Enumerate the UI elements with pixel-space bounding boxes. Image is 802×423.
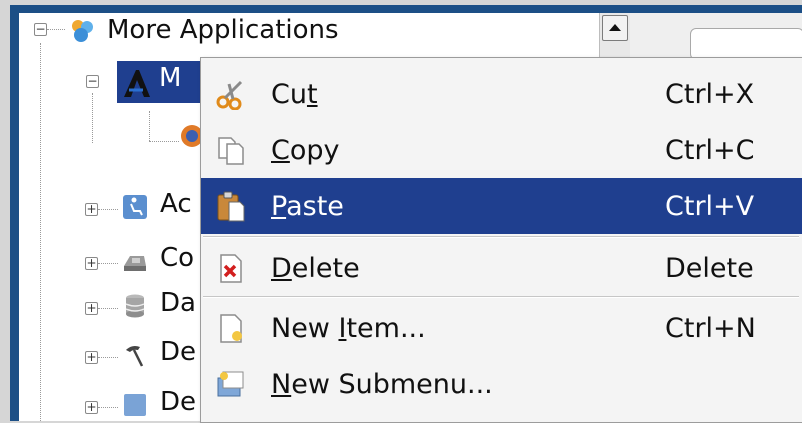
menu-item-label: Paste bbox=[271, 190, 344, 222]
menu-item-new-item[interactable]: New Item... Ctrl+N bbox=[201, 300, 802, 356]
applications-icon bbox=[72, 20, 93, 42]
menu-separator bbox=[203, 296, 799, 298]
arrow-up-icon bbox=[609, 24, 621, 31]
expand-icon[interactable]: + bbox=[85, 302, 98, 315]
paste-icon bbox=[217, 191, 245, 222]
tree-guide-line bbox=[98, 357, 118, 358]
tree-guide-line bbox=[149, 111, 150, 141]
font-icon bbox=[124, 70, 150, 97]
expand-icon[interactable]: + bbox=[85, 257, 98, 270]
tree-guide-line bbox=[98, 263, 118, 264]
menu-item-shortcut: Ctrl+C bbox=[665, 134, 755, 166]
expand-icon[interactable]: + bbox=[85, 203, 98, 216]
tree-guide-line bbox=[92, 93, 93, 143]
menu-item-cut[interactable]: Cut Ctrl+X bbox=[201, 66, 802, 122]
menu-item-label: New Item... bbox=[271, 312, 426, 344]
delete-icon bbox=[220, 254, 242, 283]
hammer-icon bbox=[126, 346, 144, 367]
tree-guide-line bbox=[40, 43, 41, 421]
tree-guide-line bbox=[47, 29, 65, 30]
expand-icon[interactable]: + bbox=[85, 401, 98, 414]
menu-item-copy[interactable]: Copy Ctrl+C bbox=[201, 122, 802, 178]
database-icon bbox=[125, 294, 145, 318]
new-submenu-icon bbox=[217, 371, 244, 397]
hardware-icon bbox=[124, 256, 146, 271]
menu-item-shortcut: Delete bbox=[665, 252, 754, 284]
menu-item-label: Cut bbox=[271, 78, 318, 110]
menu-item-label: Delete bbox=[271, 252, 360, 284]
details-field[interactable] bbox=[690, 28, 802, 60]
tree-guide-line bbox=[98, 407, 118, 408]
tree-item-label[interactable]: De bbox=[160, 387, 196, 417]
menu-item-delete[interactable]: Delete Delete bbox=[201, 240, 802, 296]
accessibility-icon bbox=[123, 195, 147, 219]
tree-item-label[interactable]: More Applications bbox=[107, 15, 339, 45]
scroll-up-button[interactable] bbox=[602, 15, 628, 41]
collapse-icon[interactable]: − bbox=[86, 75, 99, 88]
copy-icon bbox=[218, 137, 244, 165]
menu-item-shortcut: Ctrl+V bbox=[665, 190, 755, 222]
menu-item-label: New Submenu... bbox=[271, 368, 493, 400]
desktop-icon bbox=[124, 394, 146, 416]
tree-item-label[interactable]: Co bbox=[160, 243, 194, 273]
new-item-icon bbox=[220, 314, 242, 343]
menu-item-new-submenu[interactable]: New Submenu... bbox=[201, 356, 802, 412]
tree-guide-line bbox=[98, 308, 118, 309]
expand-icon[interactable]: + bbox=[85, 351, 98, 364]
menu-separator bbox=[203, 236, 799, 238]
scissors-icon bbox=[216, 80, 243, 110]
tree-guide-line bbox=[98, 209, 118, 210]
tree-guide-line bbox=[149, 141, 179, 142]
menu-item-label: Copy bbox=[271, 134, 340, 166]
tree-item-label[interactable]: Da bbox=[160, 288, 196, 318]
tree-item-label[interactable]: Ac bbox=[160, 189, 192, 219]
tree-item-label[interactable]: De bbox=[160, 337, 196, 367]
context-menu: Cut Ctrl+X Copy Ctrl+C Paste Ctrl+V Dele… bbox=[200, 57, 802, 423]
menu-item-shortcut: Ctrl+N bbox=[665, 312, 756, 344]
menu-item-shortcut: Ctrl+X bbox=[665, 78, 755, 110]
tree-item-label[interactable]: M bbox=[159, 63, 181, 93]
menu-item-paste[interactable]: Paste Ctrl+V bbox=[201, 178, 802, 234]
collapse-icon[interactable]: − bbox=[34, 23, 47, 36]
